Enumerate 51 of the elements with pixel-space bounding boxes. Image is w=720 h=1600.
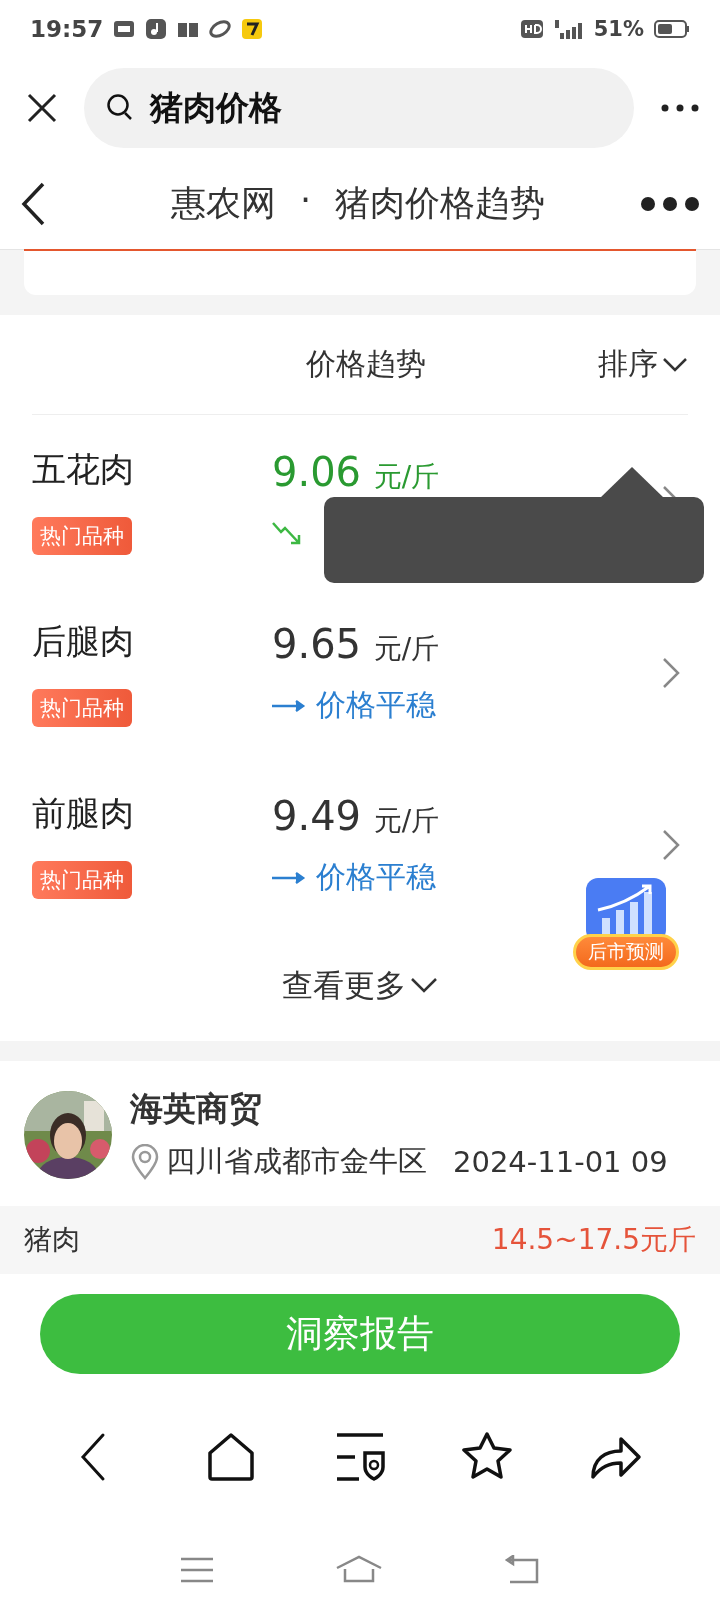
product-name: 前腿肉 <box>32 792 135 835</box>
product-name: 猪肉 <box>24 1222 80 1258</box>
close-icon <box>26 92 58 124</box>
signal-icon <box>553 18 584 40</box>
hot-tag: 热门品种 <box>32 861 132 899</box>
more-icon <box>640 195 700 212</box>
product-name: 后腿肉 <box>32 620 135 663</box>
more-button[interactable] <box>640 195 700 212</box>
battery-icon <box>654 19 690 39</box>
menu-icon[interactable] <box>180 1556 215 1583</box>
site-name: 惠农网 <box>170 182 276 225</box>
sort-button[interactable]: 排序 <box>598 344 688 385</box>
more-icon <box>660 103 700 113</box>
trend-text: 价格平稳 <box>316 858 436 896</box>
app-icon <box>113 19 136 39</box>
hd-icon <box>519 18 544 40</box>
status-time: 19:57 <box>30 16 104 42</box>
chevron-right-icon <box>662 829 680 861</box>
price-range: 14.5~17.5元斤 <box>491 1222 696 1258</box>
chevron-down-icon <box>662 356 688 373</box>
page-title: 猪肉价格趋势 <box>335 182 546 225</box>
hot-tag: 热门品种 <box>32 689 132 727</box>
price: 9.65 元/斤 <box>272 620 440 668</box>
music-icon <box>145 18 168 40</box>
detail-button[interactable] <box>662 657 680 689</box>
price: 9.06 元/斤 <box>272 448 440 496</box>
detail-button[interactable] <box>662 829 680 861</box>
leaf-icon <box>209 19 232 39</box>
location-pin-icon <box>130 1144 160 1180</box>
chevron-right-icon <box>662 657 680 689</box>
show-more-button[interactable]: 查看更多 <box>282 965 438 1007</box>
search-field[interactable]: 猪肉价格 <box>84 68 634 148</box>
price: 9.49 元/斤 <box>272 792 440 840</box>
battery-level: 51% <box>593 17 644 41</box>
back-button[interactable] <box>20 181 46 226</box>
column-title: 价格趋势 <box>306 345 426 383</box>
back-icon <box>20 181 46 226</box>
arrow-right-icon <box>272 698 306 713</box>
trend-text: 价格平稳 <box>316 686 436 724</box>
app-icon <box>241 18 264 40</box>
post-date: 2024-11-01 09 <box>453 1145 668 1179</box>
product-name: 五花肉 <box>32 448 135 491</box>
more-button[interactable] <box>660 103 700 113</box>
title-separator: · <box>299 180 312 222</box>
arrow-right-icon <box>272 870 306 885</box>
tooltip-pointer <box>600 467 664 498</box>
location-text: 四川省成都市金牛区 <box>166 1143 427 1180</box>
close-button[interactable] <box>26 92 58 124</box>
merchant-name: 海英商贸 <box>130 1088 263 1130</box>
hot-tag: 热门品种 <box>32 517 132 555</box>
chevron-down-icon <box>410 977 438 995</box>
